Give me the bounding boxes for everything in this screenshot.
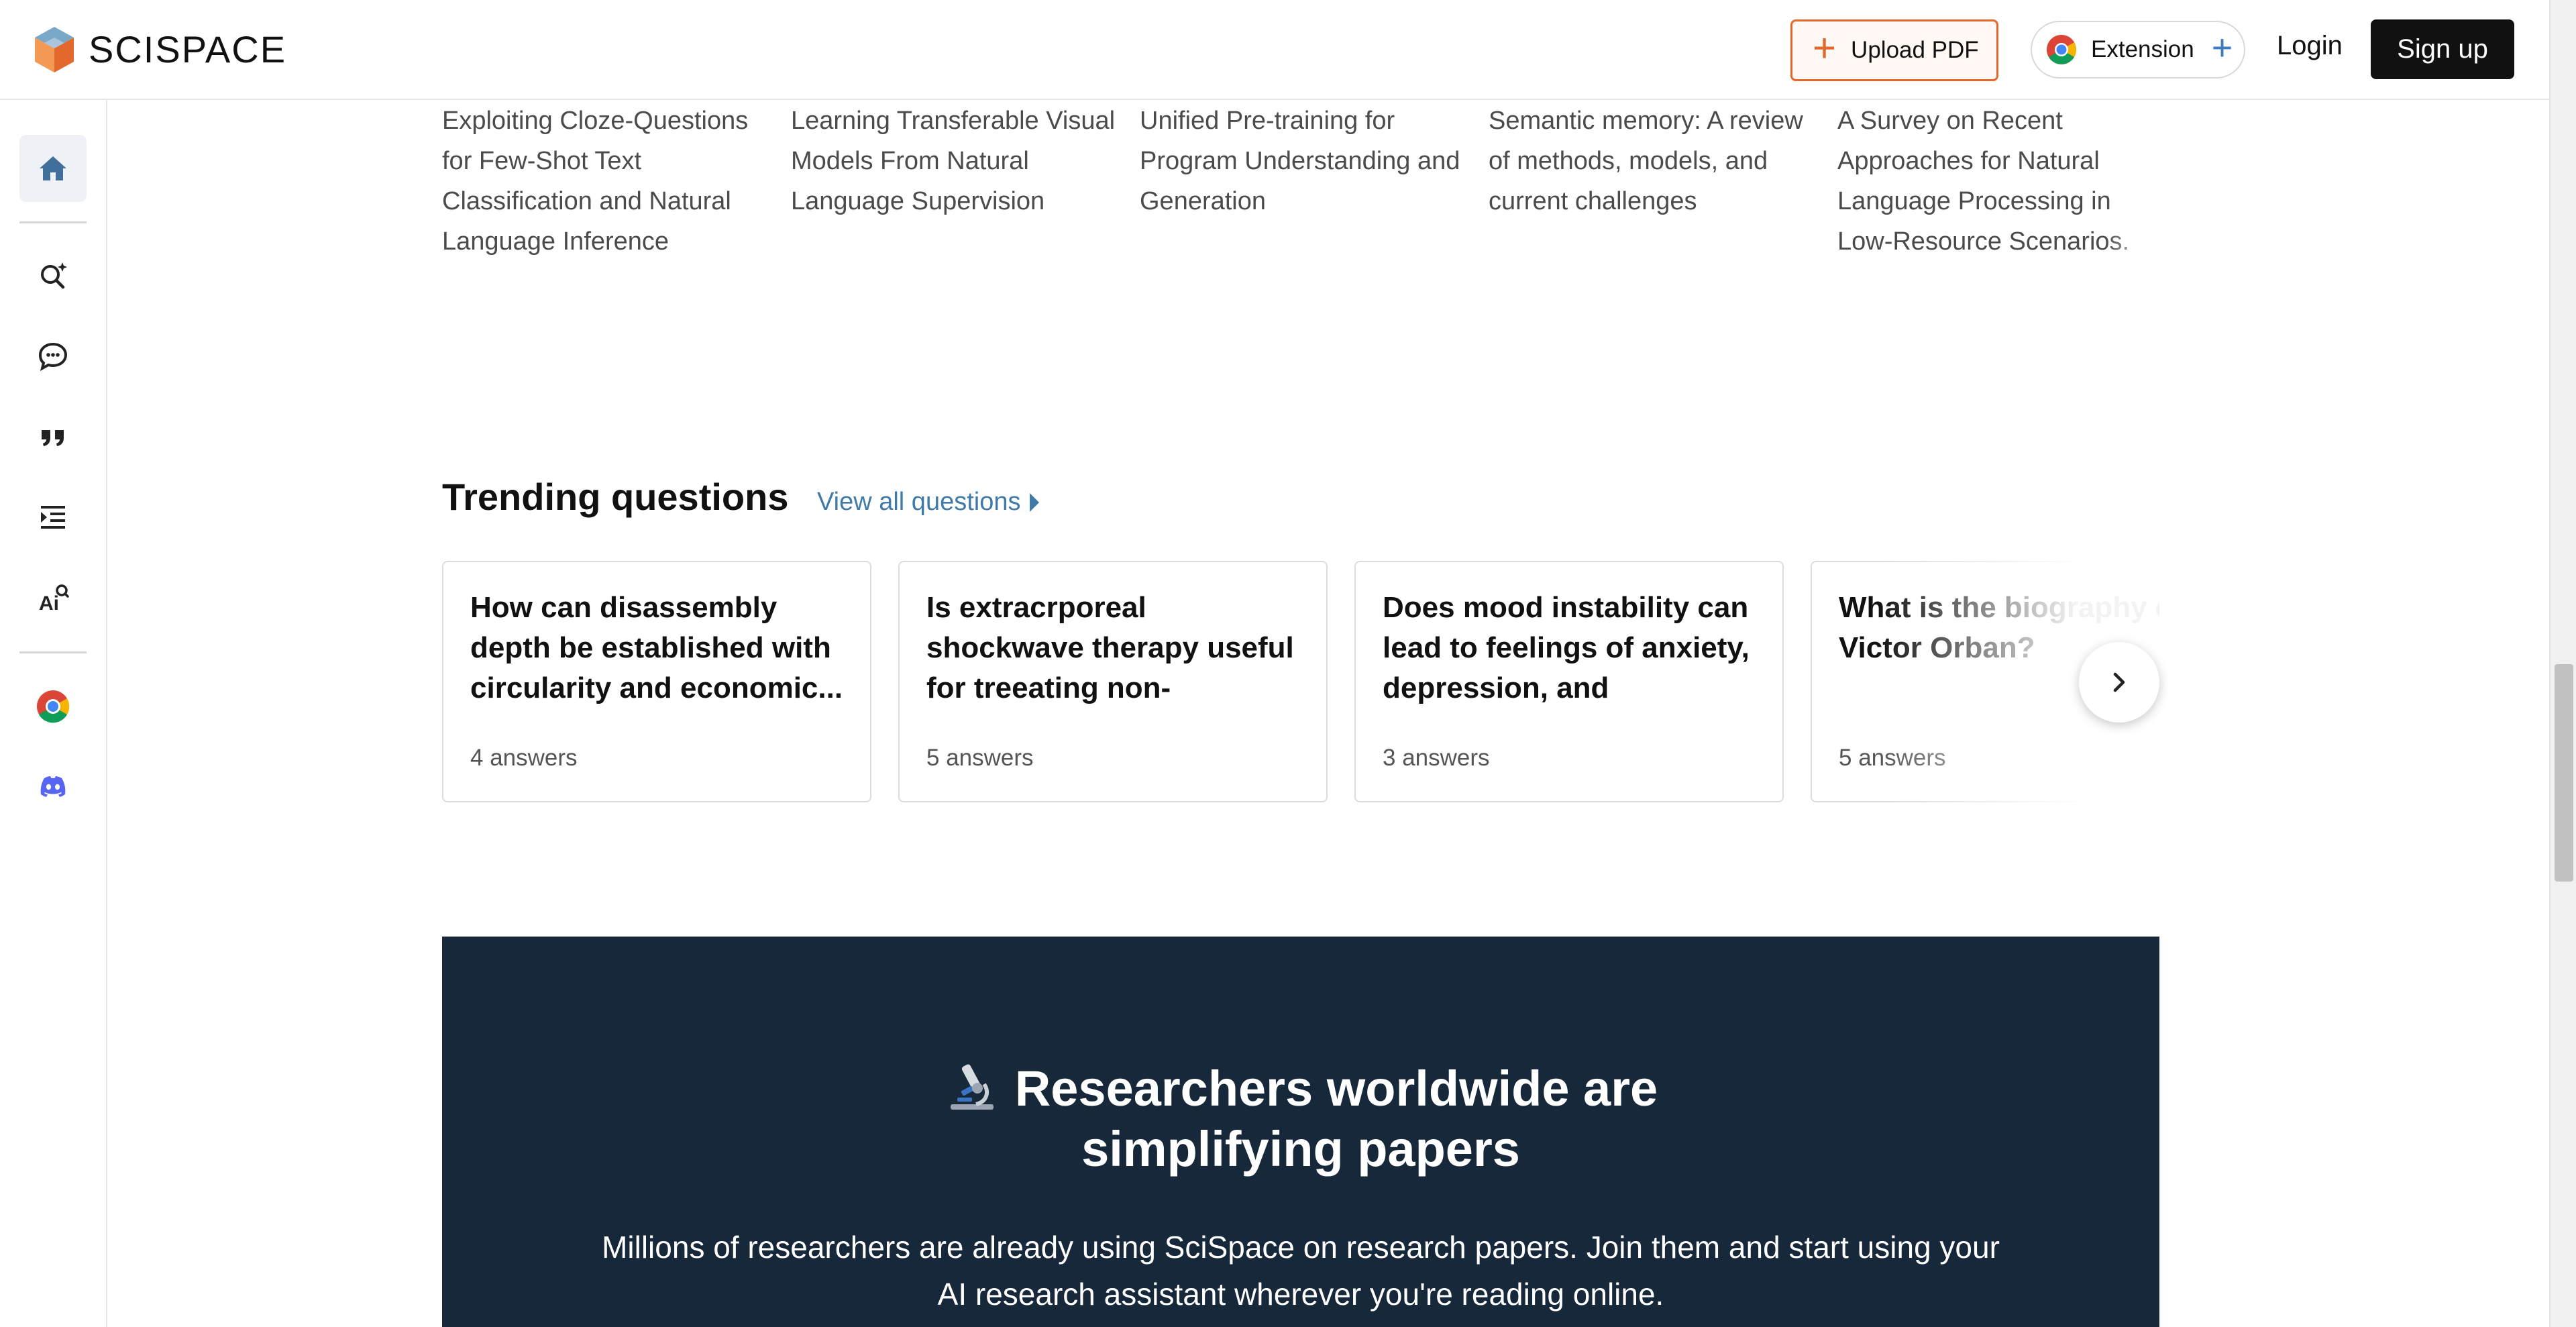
banner-subtitle-line2: AI research assistant wherever you're re… bbox=[937, 1277, 1664, 1312]
sidebar: Ai bbox=[0, 100, 107, 1327]
sidebar-item-chat[interactable] bbox=[19, 323, 87, 390]
chrome-icon bbox=[37, 690, 70, 723]
upload-pdf-button[interactable]: + Upload PDF bbox=[1790, 19, 1998, 81]
answer-count: 3 answers bbox=[1383, 745, 1490, 771]
citation-quote-icon bbox=[42, 430, 64, 446]
sidebar-item-chrome[interactable] bbox=[19, 673, 87, 740]
question-text: Is extracrporeal shockwave therapy usefu… bbox=[926, 591, 1294, 704]
sidebar-item-discord[interactable] bbox=[19, 753, 87, 820]
discord-icon bbox=[40, 776, 66, 797]
literature-search-icon bbox=[41, 262, 67, 289]
svg-text:Ai: Ai bbox=[39, 592, 59, 615]
banner-subtitle-line1: Millions of researchers are already usin… bbox=[602, 1230, 2000, 1265]
sidebar-divider bbox=[19, 651, 87, 653]
papers-carousel: Exploiting Cloze-Questions for Few-Shot … bbox=[442, 101, 2159, 268]
sidebar-item-literature-search[interactable] bbox=[19, 242, 87, 309]
extension-label: Extension bbox=[2091, 36, 2194, 62]
researchers-banner: Researchers worldwide are simplifying pa… bbox=[442, 937, 2159, 1327]
answer-count: 4 answers bbox=[470, 745, 578, 771]
scispace-logo-icon bbox=[35, 27, 74, 72]
extension-button[interactable]: Extension + bbox=[2031, 21, 2245, 78]
view-all-questions-link[interactable]: View all questions bbox=[817, 488, 1040, 517]
sidebar-item-home[interactable] bbox=[19, 135, 87, 202]
page-scrollbar[interactable] bbox=[2549, 0, 2576, 1327]
carousel-next-button[interactable] bbox=[2079, 642, 2159, 723]
paraphrase-list-icon bbox=[41, 506, 65, 529]
banner-title-line2: simplifying papers bbox=[1081, 1121, 1520, 1177]
upload-pdf-label: Upload PDF bbox=[1851, 37, 1979, 63]
chrome-icon bbox=[2047, 35, 2076, 64]
banner-title: Researchers worldwide are simplifying pa… bbox=[442, 1057, 2159, 1179]
question-text: How can disassembly depth be established… bbox=[470, 591, 843, 704]
scrollbar-thumb[interactable] bbox=[2555, 664, 2573, 882]
brand-name: SCISPACE bbox=[89, 28, 287, 70]
chevron-right-icon bbox=[2113, 672, 2125, 692]
question-card[interactable]: Is extracrporeal shockwave therapy usefu… bbox=[898, 561, 1328, 802]
sidebar-divider bbox=[19, 221, 87, 223]
signup-button[interactable]: Sign up bbox=[2371, 19, 2514, 79]
paper-title-link[interactable]: Exploiting Cloze-Questions for Few-Shot … bbox=[442, 101, 771, 262]
microscope-icon bbox=[950, 1064, 994, 1110]
question-card[interactable]: Does mood instability can lead to feelin… bbox=[1354, 561, 1784, 802]
top-bar: SCISPACE + Upload PDF Extension + Login … bbox=[0, 0, 2549, 100]
question-text: Does mood instability can lead to feelin… bbox=[1383, 591, 1750, 704]
paper-title-link[interactable]: Semantic memory: A review of methods, mo… bbox=[1489, 101, 1817, 221]
plus-icon: + bbox=[1813, 25, 1837, 70]
scispace-logo[interactable]: SCISPACE bbox=[32, 25, 286, 74]
ai-detector-icon: Ai bbox=[39, 584, 69, 615]
paper-title-link[interactable]: Learning Transferable Visual Models From… bbox=[791, 101, 1120, 221]
papers-fade-overlay bbox=[2106, 101, 2159, 268]
answer-count: 5 answers bbox=[1839, 745, 1946, 771]
chat-icon bbox=[38, 342, 68, 371]
sidebar-item-citation[interactable] bbox=[19, 403, 87, 470]
paper-title-link[interactable]: Unified Pre-training for Program Underst… bbox=[1140, 101, 1468, 221]
banner-subtitle: Millions of researchers are already usin… bbox=[442, 1224, 2159, 1318]
trending-questions-heading: Trending questions bbox=[442, 476, 789, 518]
caret-right-icon bbox=[1030, 492, 1040, 512]
login-link[interactable]: Login bbox=[2277, 31, 2343, 61]
answer-count: 5 answers bbox=[926, 745, 1034, 771]
plus-icon: + bbox=[2211, 28, 2233, 68]
question-card[interactable]: How can disassembly depth be established… bbox=[442, 561, 871, 802]
trending-questions-carousel: How can disassembly depth be established… bbox=[442, 561, 2159, 804]
view-all-questions-label: View all questions bbox=[817, 488, 1021, 516]
sidebar-item-ai-detector[interactable]: Ai bbox=[19, 564, 87, 631]
home-icon bbox=[40, 156, 66, 180]
banner-title-line1: Researchers worldwide are bbox=[1014, 1061, 1658, 1116]
sidebar-item-paraphraser[interactable] bbox=[19, 484, 87, 551]
